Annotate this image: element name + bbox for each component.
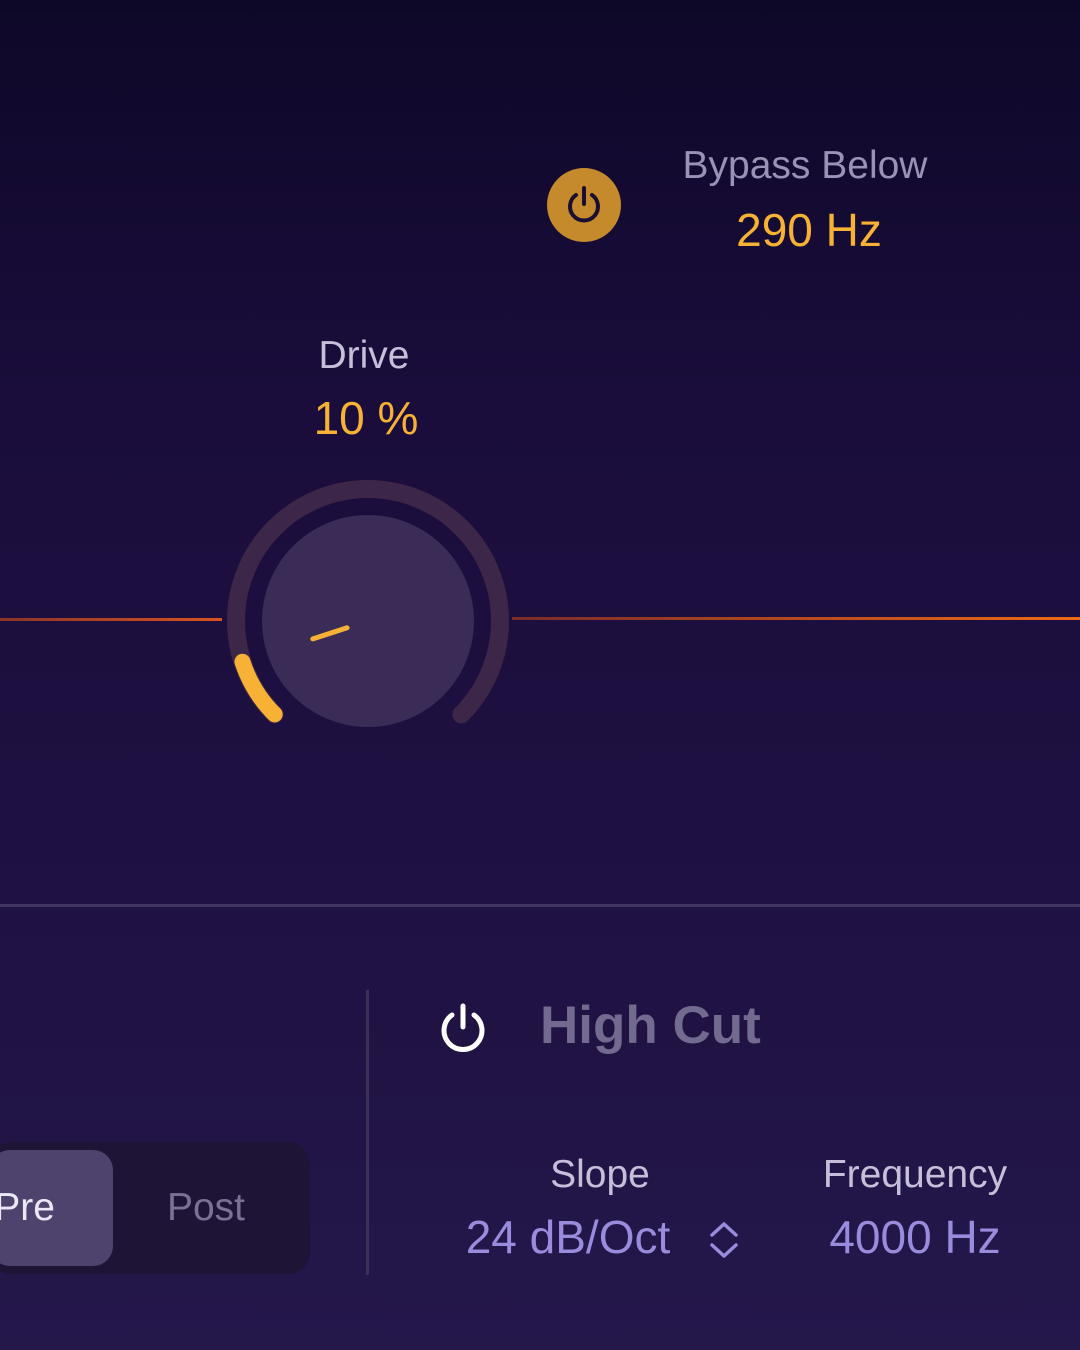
slope-label: Slope (550, 1153, 650, 1196)
vertical-divider (366, 990, 369, 1275)
signal-line-right (512, 617, 1080, 620)
drive-knob-body (262, 515, 474, 727)
frequency-label: Frequency (822, 1153, 1008, 1196)
power-icon (568, 186, 600, 223)
frequency-value[interactable]: 4000 Hz (796, 1210, 1034, 1264)
drive-value[interactable]: 10 % (268, 391, 464, 445)
signal-line-left (0, 618, 222, 621)
high-cut-power-button[interactable] (432, 997, 494, 1059)
drive-knob-value-arc (234, 653, 283, 723)
pre-option[interactable]: Pre (0, 1150, 113, 1266)
drive-label: Drive (318, 334, 410, 377)
slope-value[interactable]: 24 dB/Oct (456, 1210, 680, 1264)
slope-stepper-chevrons-icon[interactable] (704, 1218, 744, 1262)
post-option[interactable]: Post (113, 1150, 299, 1266)
high-cut-title: High Cut (540, 996, 761, 1055)
bypass-below-label: Bypass Below (682, 144, 928, 187)
bypass-below-value[interactable]: 290 Hz (640, 203, 978, 257)
power-icon (441, 1003, 485, 1052)
pre-option-label: Pre (0, 1186, 55, 1229)
post-option-label: Post (166, 1186, 246, 1229)
bypass-power-button[interactable] (547, 168, 621, 242)
drive-knob[interactable] (220, 473, 516, 769)
section-divider (0, 904, 1080, 907)
